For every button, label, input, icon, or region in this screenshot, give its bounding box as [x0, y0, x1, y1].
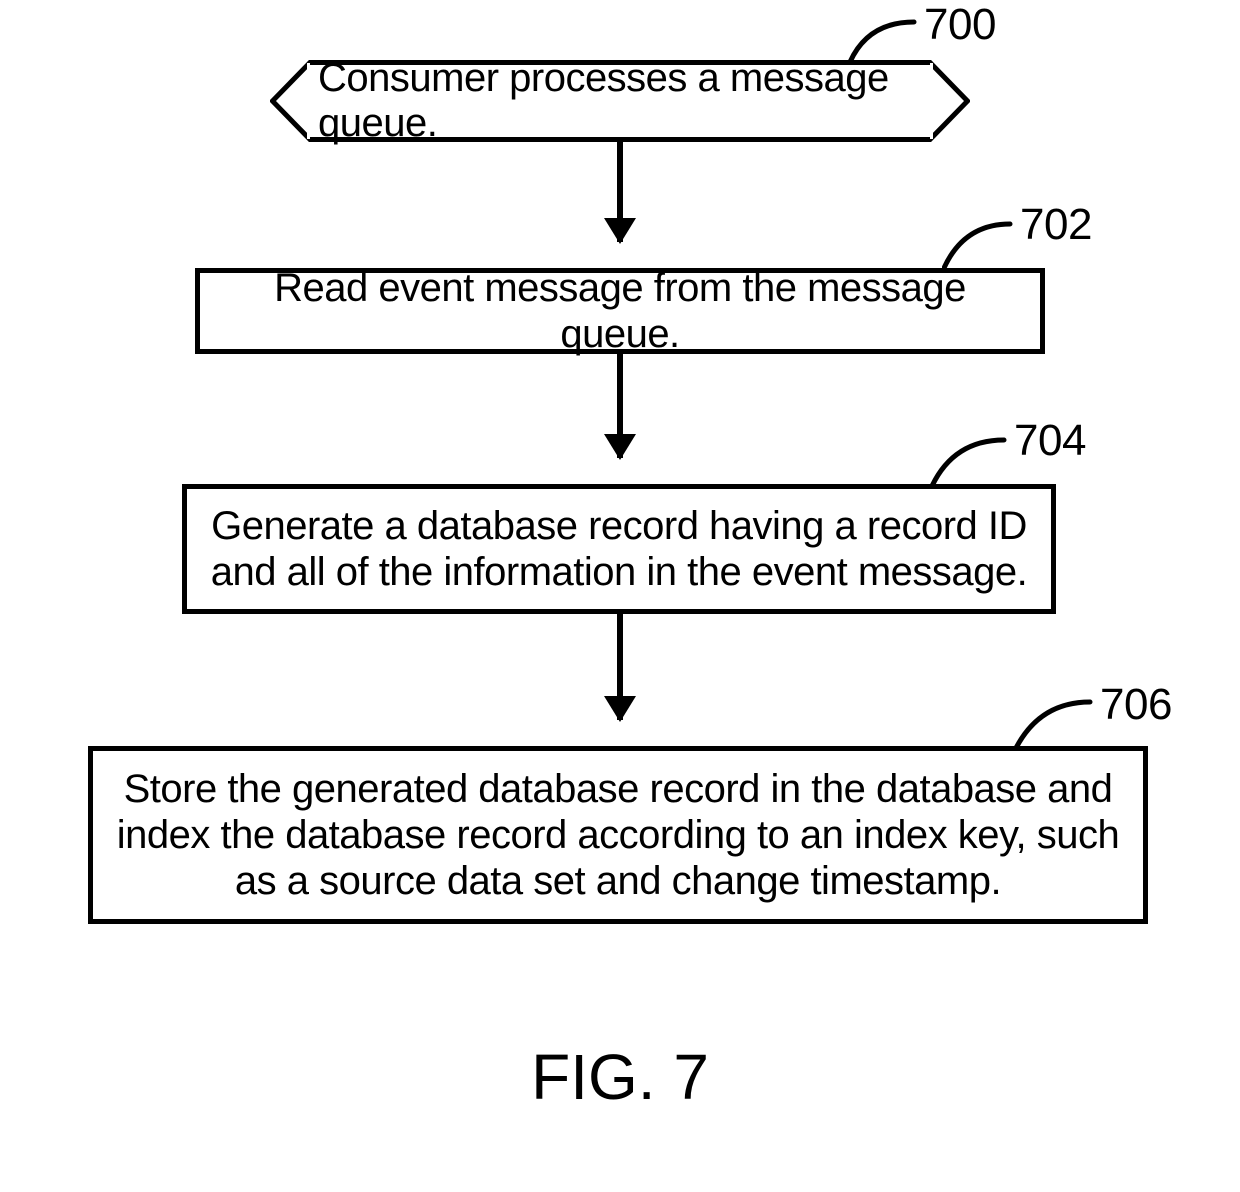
arrow-702-704: [617, 354, 623, 458]
ref-hook-702: [942, 220, 1014, 270]
terminator-left-cap: [270, 60, 310, 142]
step-706-label: Store the generated database record in t…: [113, 766, 1123, 904]
flow-step-704: Generate a database record having a reco…: [182, 484, 1056, 614]
terminator-label: Consumer processes a message queue.: [310, 60, 930, 142]
flow-step-702: Read event message from the message queu…: [195, 268, 1045, 354]
terminator-right-cap: [930, 60, 970, 142]
ref-label-704: 704: [1014, 416, 1086, 466]
ref-hook-704: [930, 436, 1008, 488]
flow-terminator: Consumer processes a message queue.: [270, 60, 970, 142]
arrow-704-706: [617, 614, 623, 720]
step-702-label: Read event message from the message queu…: [220, 265, 1020, 357]
ref-label-702: 702: [1020, 200, 1092, 250]
ref-label-706: 706: [1100, 680, 1172, 730]
ref-label-700: 700: [924, 0, 996, 50]
flow-step-706: Store the generated database record in t…: [88, 746, 1148, 924]
ref-hook-700: [848, 18, 918, 64]
ref-hook-706: [1014, 698, 1094, 750]
flowchart-canvas: Consumer processes a message queue. 700 …: [0, 0, 1240, 1192]
arrow-700-702: [617, 142, 623, 242]
figure-caption: FIG. 7: [531, 1040, 709, 1114]
step-704-label: Generate a database record having a reco…: [207, 503, 1031, 595]
